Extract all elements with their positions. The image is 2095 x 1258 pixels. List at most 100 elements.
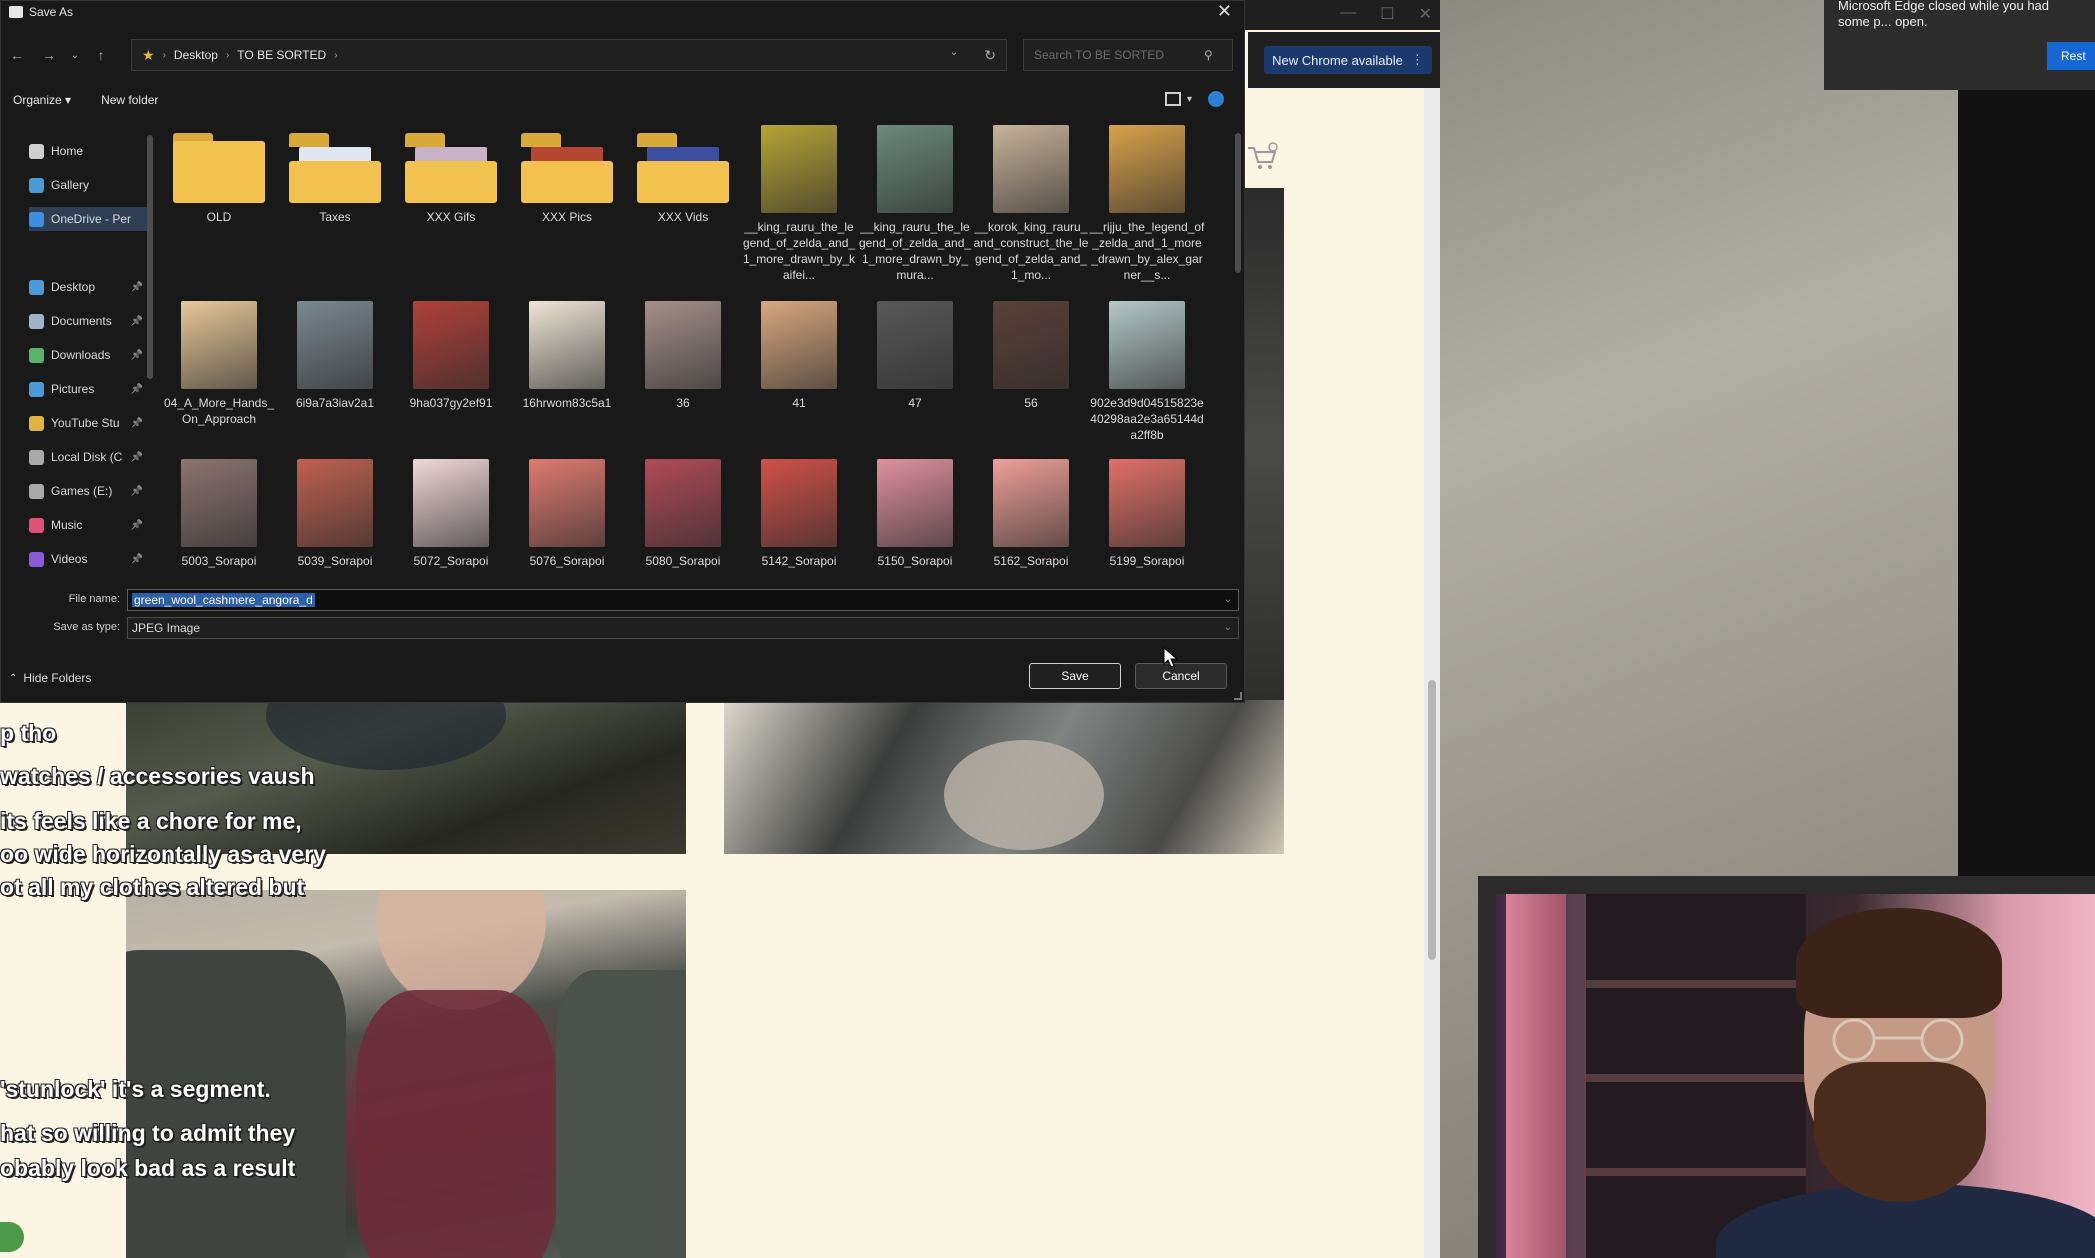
file-item[interactable]: 5080_Sorapoi	[625, 459, 741, 569]
dialog-title: Save As	[29, 5, 74, 19]
edge-toast-text: Microsoft Edge closed while you had some…	[1838, 0, 2050, 29]
forward-arrow-icon[interactable]: →	[33, 47, 65, 63]
file-name-label: 5080_Sorapoi	[645, 554, 721, 568]
file-name-input[interactable]: green_wool_cashmere_angora_d ⌄	[127, 589, 1239, 611]
product-photo-sweater[interactable]	[126, 890, 686, 1258]
save-as-type-select[interactable]: JPEG Image ⌄	[127, 617, 1239, 639]
minimize-icon[interactable]: —	[1340, 4, 1356, 24]
nav-item-onedrive-per[interactable]: OneDrive - Per	[29, 207, 147, 231]
nav-item-gallery[interactable]: Gallery	[29, 173, 147, 197]
nav-item-home[interactable]: Home	[29, 139, 147, 163]
organize-button[interactable]: Organize ▾	[13, 93, 71, 107]
folder-item[interactable]: XXX Gifs	[393, 125, 509, 225]
breadcrumb-to-be-sorted[interactable]: TO BE SORTED	[237, 48, 326, 62]
file-item[interactable]: 56	[973, 301, 1089, 411]
screen: p tho watches / accessories vaush its fe…	[0, 0, 2095, 1258]
file-item[interactable]: 5076_Sorapoi	[509, 459, 625, 569]
pin-icon: 📌	[130, 553, 143, 565]
view-dropdown-chevron-icon[interactable]: ▾	[1187, 94, 1192, 105]
chat-caption: watches / accessories vaush	[0, 763, 315, 789]
file-name-label: Taxes	[319, 210, 351, 224]
nav-item-label: Downloads	[51, 348, 111, 362]
file-item[interactable]: __king_rauru_the_legend_of_zelda_and_1_m…	[857, 125, 973, 283]
file-item[interactable]: 5142_Sorapoi	[741, 459, 857, 569]
browser-scrollbar[interactable]	[1424, 88, 1440, 1258]
search-box[interactable]: ⚲	[1023, 39, 1233, 71]
chat-caption: p tho	[0, 720, 57, 746]
nav-item-videos[interactable]: Videos 📌	[29, 547, 147, 571]
hide-folders-button[interactable]: ⌃ Hide Folders	[9, 671, 91, 685]
refresh-icon[interactable]: ↻	[984, 47, 996, 64]
save-as-type-dropdown-icon[interactable]: ⌄	[1224, 622, 1232, 633]
file-name-row: File name: green_wool_cashmere_angora_d …	[1, 589, 1244, 611]
file-item[interactable]: 04_A_More_Hands_On_Approach	[161, 301, 277, 427]
file-name-label: XXX Gifs	[426, 210, 476, 224]
onedrive-icon	[29, 211, 44, 227]
nav-item-pictures[interactable]: Pictures 📌	[29, 377, 147, 401]
up-arrow-icon[interactable]: ↑	[85, 47, 117, 63]
new-folder-button[interactable]: New folder	[101, 93, 158, 107]
nav-item-games-e[interactable]: Games (E:) 📌	[29, 479, 147, 503]
close-icon[interactable]: ✕	[1419, 4, 1432, 24]
folder-item[interactable]: XXX Vids	[625, 125, 741, 225]
file-item[interactable]: __king_rauru_the_legend_of_zelda_and_1_m…	[741, 125, 857, 283]
drive-icon	[29, 483, 44, 499]
chat-caption: obably look bad as a result	[0, 1155, 296, 1181]
file-item[interactable]: 5072_Sorapoi	[393, 459, 509, 569]
file-item[interactable]: 5039_Sorapoi	[277, 459, 393, 569]
file-item[interactable]: 9ha037gy2ef91	[393, 301, 509, 411]
file-item[interactable]: 5162_Sorapoi	[973, 459, 1089, 569]
recent-locations-chevron-icon[interactable]: ⌄	[65, 50, 85, 61]
nav-item-local-disk-c[interactable]: Local Disk (C 📌	[29, 445, 147, 469]
file-item[interactable]: __korok_king_rauru_and_construct_the_leg…	[973, 125, 1089, 283]
file-item[interactable]: 36	[625, 301, 741, 411]
folder-item[interactable]: XXX Pics	[509, 125, 625, 225]
browser-scroll-thumb[interactable]	[1428, 680, 1436, 960]
back-arrow-icon[interactable]: ←	[1, 47, 33, 63]
folder-item[interactable]: OLD	[161, 125, 277, 225]
search-input[interactable]	[1034, 48, 1204, 62]
breadcrumb-separator-icon: ›	[162, 49, 166, 61]
file-item[interactable]: __rijju_the_legend_of_zelda_and_1_more_d…	[1089, 125, 1205, 283]
file-item[interactable]: 5199_Sorapoi	[1089, 459, 1205, 569]
navigation-pane-scrollbar[interactable]	[147, 135, 153, 379]
file-item[interactable]: 6i9a7a3iav2a1	[277, 301, 393, 411]
file-list-scrollbar[interactable]	[1235, 133, 1241, 273]
nav-item-documents[interactable]: Documents 📌	[29, 309, 147, 333]
dialog-app-icon	[9, 6, 23, 18]
search-icon[interactable]: ⚲	[1204, 48, 1213, 62]
file-item[interactable]: 902e3d9d04515823e40298aa2e3a65144da2ff8b	[1089, 301, 1205, 443]
file-name-label: 5039_Sorapoi	[297, 554, 373, 568]
nav-item-music[interactable]: Music 📌	[29, 513, 147, 537]
resize-grip-icon[interactable]	[1234, 692, 1242, 700]
address-history-chevron-icon[interactable]: ⌄	[950, 47, 958, 64]
file-item[interactable]: 47	[857, 301, 973, 411]
view-options-icon[interactable]	[1164, 92, 1181, 106]
file-item[interactable]: 16hrwom83c5a1	[509, 301, 625, 411]
nav-item-label: Home	[51, 144, 84, 158]
close-icon[interactable]: ✕	[1217, 1, 1232, 22]
nav-item-downloads[interactable]: Downloads 📌	[29, 343, 147, 367]
cart-icon[interactable]	[1246, 142, 1280, 172]
file-item[interactable]: 5003_Sorapoi	[161, 459, 277, 569]
file-name-label: 47	[908, 396, 922, 410]
breadcrumb-desktop[interactable]: Desktop	[174, 48, 218, 62]
pictures-icon	[29, 381, 44, 397]
nav-item-desktop[interactable]: Desktop 📌	[29, 275, 147, 299]
file-item[interactable]: 5150_Sorapoi	[857, 459, 973, 569]
nav-item-youtube-stu[interactable]: YouTube Stu 📌	[29, 411, 147, 435]
new-chrome-available-button[interactable]: New Chrome available ⋮	[1264, 46, 1432, 74]
cancel-button[interactable]: Cancel	[1135, 663, 1227, 689]
restore-button[interactable]: Rest	[2047, 42, 2095, 70]
product-photo-hands[interactable]	[724, 700, 1284, 854]
maximize-icon[interactable]: ☐	[1380, 4, 1394, 24]
file-name-label: 16hrwom83c5a1	[522, 396, 612, 410]
file-item[interactable]: 41	[741, 301, 857, 411]
help-icon[interactable]	[1208, 91, 1224, 107]
webcam-light	[1506, 894, 1566, 1258]
save-button[interactable]: Save	[1029, 663, 1121, 689]
file-name-label: __korok_king_rauru_and_construct_the_leg…	[973, 220, 1089, 282]
folder-item[interactable]: Taxes	[277, 125, 393, 225]
address-bar[interactable]: ★ › Desktop › TO BE SORTED › ⌄ ↻	[131, 39, 1007, 71]
file-name-dropdown-icon[interactable]: ⌄	[1224, 594, 1232, 605]
